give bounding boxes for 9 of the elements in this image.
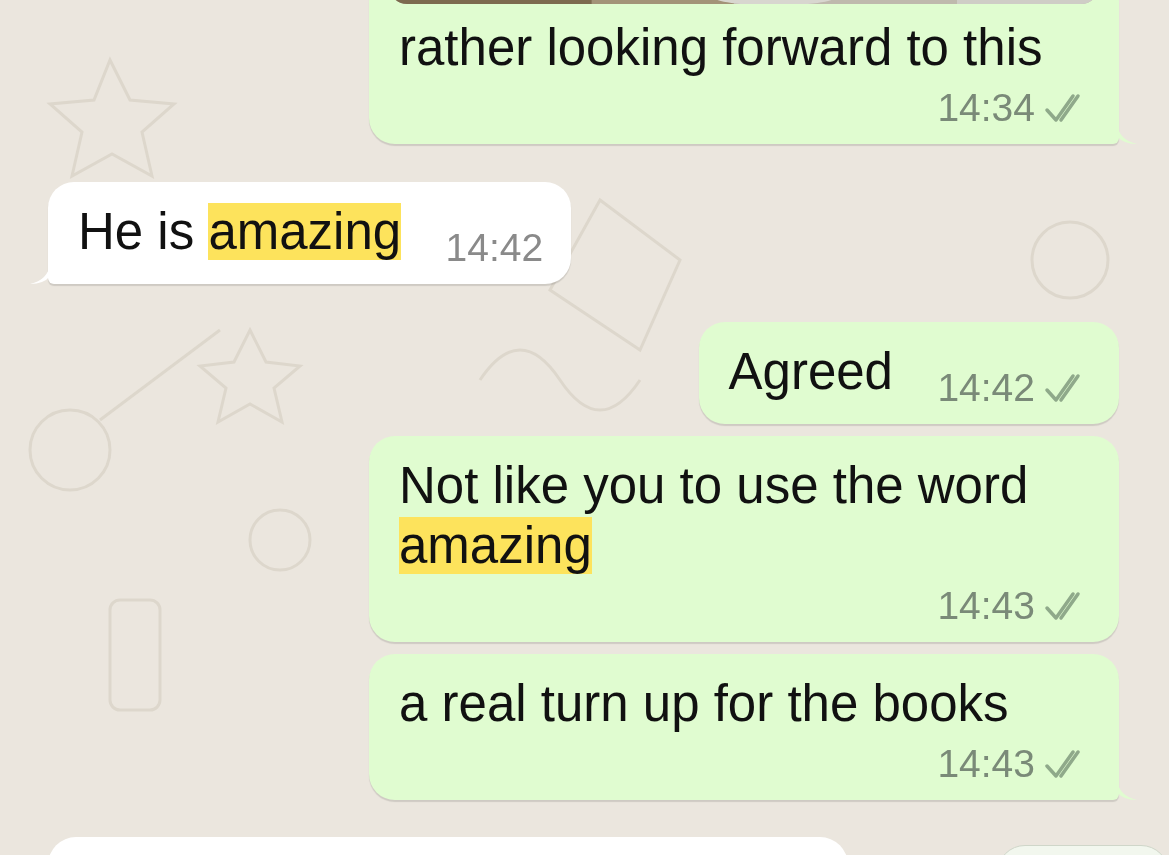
message-text: rather looking forward to this [399, 18, 1043, 78]
message-time: 14:43 [937, 742, 1035, 786]
message-time: 14:42 [445, 226, 544, 270]
message-time: 14:43 [937, 584, 1035, 628]
message-time: 14:42 [937, 366, 1035, 410]
message-time: 14:34 [937, 86, 1035, 130]
message-text: Agreed [728, 342, 893, 402]
message-text: a real turn up for the books [399, 674, 1009, 734]
message-text: Not like you to use the word amazing [399, 456, 1030, 576]
